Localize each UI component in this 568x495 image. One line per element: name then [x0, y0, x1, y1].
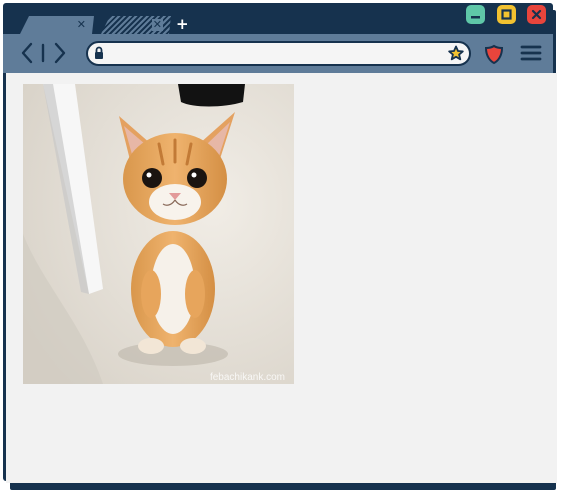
kitten-photo: febachikank.com	[23, 84, 294, 384]
shield-icon[interactable]	[483, 43, 505, 65]
reload-icon[interactable]	[40, 42, 46, 64]
minimize-icon	[471, 16, 480, 19]
title-bar: ✕ ✕ +	[3, 3, 553, 34]
kitten-image: febachikank.com	[23, 84, 294, 384]
new-tab-button[interactable]: +	[176, 16, 189, 32]
forward-icon[interactable]	[53, 42, 67, 64]
tab-close-icon[interactable]: ✕	[77, 19, 86, 31]
page-content: febachikank.com	[6, 73, 557, 483]
maximize-button[interactable]	[497, 5, 516, 24]
menu-icon[interactable]	[520, 44, 542, 62]
bookmark-star-icon[interactable]	[448, 45, 464, 61]
close-icon	[531, 9, 542, 20]
tab-active[interactable]: ✕	[20, 16, 94, 34]
image-watermark: febachikank.com	[210, 372, 285, 383]
tab-inactive[interactable]: ✕	[101, 16, 171, 34]
minimize-button[interactable]	[466, 5, 485, 24]
toolbar	[3, 34, 553, 73]
back-icon[interactable]	[20, 42, 34, 64]
maximize-icon	[501, 9, 512, 20]
tab-close-icon[interactable]: ✕	[152, 19, 163, 31]
lock-icon	[95, 46, 103, 59]
close-window-button[interactable]	[527, 5, 546, 24]
address-bar[interactable]	[86, 41, 471, 66]
browser-window: ✕ ✕ + febachikank.com	[3, 3, 557, 483]
url-input[interactable]	[112, 43, 432, 64]
